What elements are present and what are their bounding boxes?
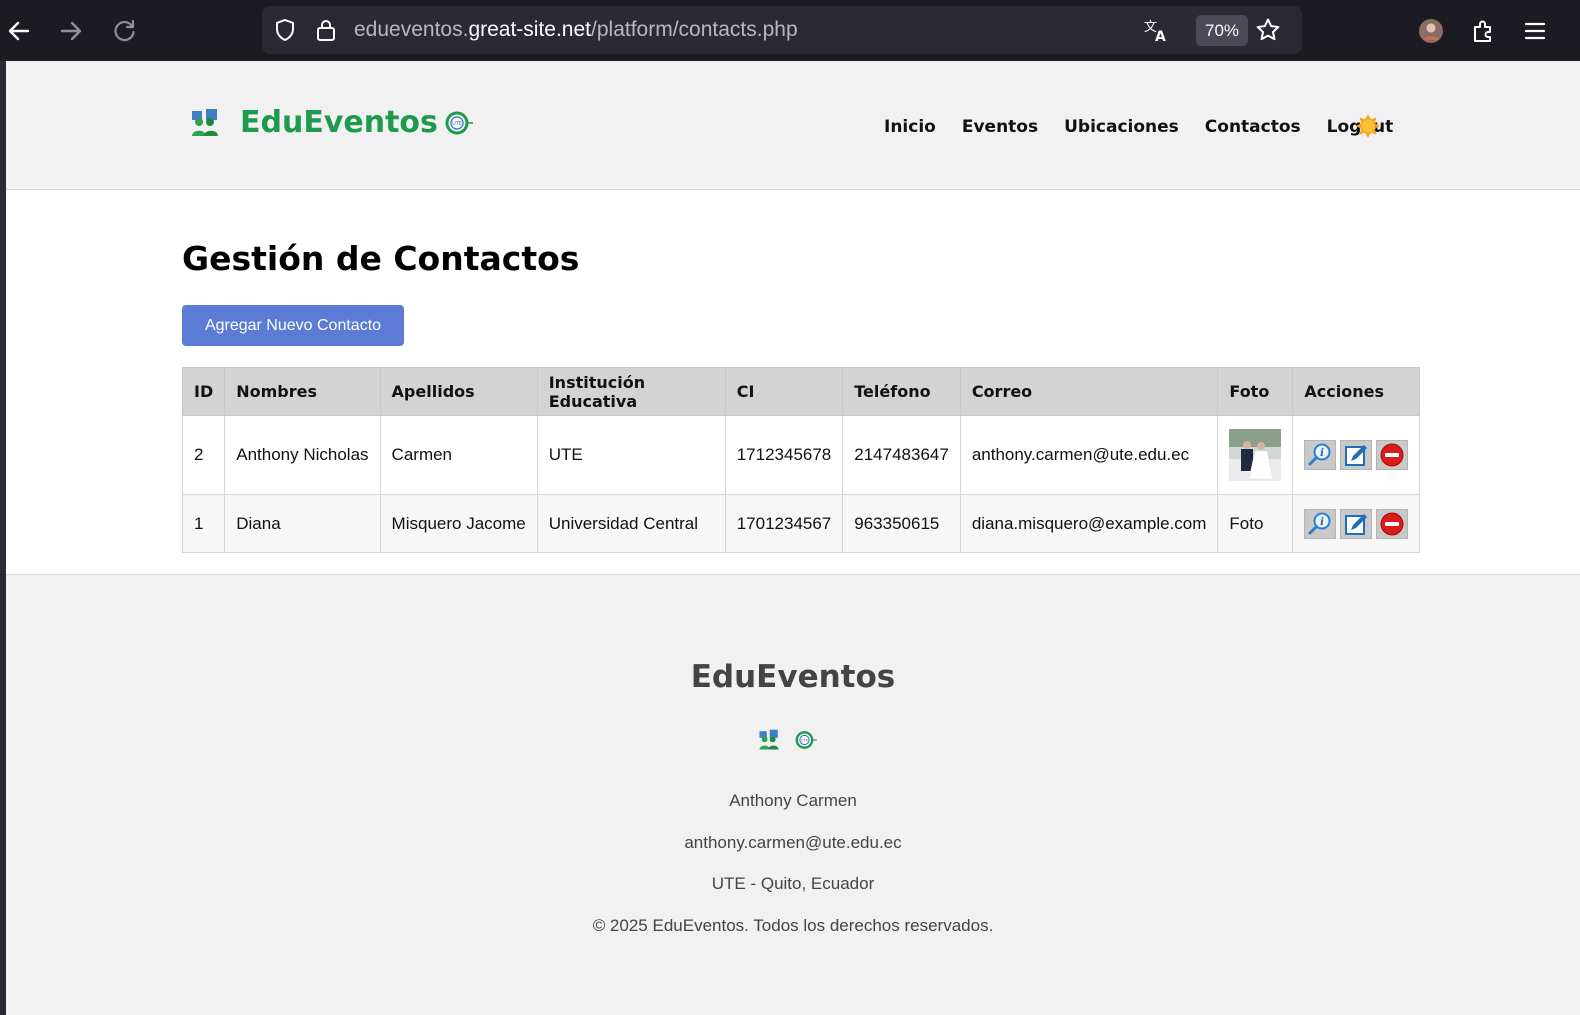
menu-icon[interactable] bbox=[1518, 14, 1552, 48]
cell-acciones: i bbox=[1292, 415, 1421, 495]
site-header: EduEventos UTE Inicio Eventos Ubicacione… bbox=[6, 61, 1580, 190]
delete-icon bbox=[1380, 512, 1404, 535]
cell-correo: anthony.carmen@ute.edu.ec bbox=[959, 415, 1219, 495]
view-details-icon: i bbox=[1308, 443, 1331, 466]
browser-toolbar: edueventos.great-site.net/platform/conta… bbox=[0, 0, 1580, 61]
edit-button[interactable] bbox=[1340, 508, 1373, 539]
delete-button[interactable] bbox=[1376, 440, 1409, 470]
back-button[interactable] bbox=[2, 14, 36, 48]
translate-icon[interactable]: 文A bbox=[1142, 16, 1170, 44]
footer-name: Anthony Carmen bbox=[729, 791, 857, 810]
cell-foto: Foto bbox=[1217, 494, 1294, 553]
zoom-level-badge[interactable]: 70% bbox=[1196, 15, 1248, 46]
nav-contactos[interactable]: Contactos bbox=[1205, 117, 1301, 137]
ute-logo-icon: UTE bbox=[795, 731, 817, 749]
brand-title: EduEventos bbox=[240, 105, 438, 140]
nav-eventos[interactable]: Eventos bbox=[962, 117, 1038, 137]
sun-icon[interactable] bbox=[1356, 114, 1380, 138]
col-foto: Foto bbox=[1217, 367, 1294, 416]
svg-text:A: A bbox=[1155, 29, 1166, 43]
main-nav: Inicio Eventos Ubicaciones Contactos Log… bbox=[884, 117, 1419, 137]
forward-button[interactable] bbox=[54, 14, 88, 48]
svg-text:UTE: UTE bbox=[801, 738, 809, 743]
cell-apellidos: Misquero Jacome bbox=[379, 494, 538, 553]
cell-nombres: Anthony Nicholas bbox=[224, 415, 381, 495]
add-contact-button[interactable]: Agregar Nuevo Contacto bbox=[182, 305, 404, 346]
nav-inicio[interactable]: Inicio bbox=[884, 117, 936, 137]
cell-ci: 1712345678 bbox=[724, 415, 844, 495]
footer-location: UTE - Quito, Ecuador bbox=[711, 874, 875, 893]
cell-correo: diana.misquero@example.com bbox=[959, 494, 1219, 553]
cell-id: 1 bbox=[181, 494, 226, 553]
view-details-button[interactable]: i bbox=[1304, 440, 1337, 470]
logo-people-icon bbox=[192, 108, 218, 136]
col-institucion: Institución Educativa bbox=[536, 367, 726, 416]
nav-ubicaciones[interactable]: Ubicaciones bbox=[1064, 117, 1179, 137]
footer-logos: UTE bbox=[758, 729, 818, 751]
site-footer: EduEventos UTE Anthony Carmen anthony.ca… bbox=[6, 574, 1580, 1015]
cell-id: 2 bbox=[181, 415, 226, 495]
footer-title: EduEventos bbox=[690, 659, 896, 695]
view-details-icon: i bbox=[1308, 512, 1331, 534]
edit-button[interactable] bbox=[1340, 440, 1373, 470]
address-bar[interactable]: edueventos.great-site.net/platform/conta… bbox=[262, 6, 1302, 54]
cell-foto bbox=[1217, 415, 1294, 495]
svg-text:i: i bbox=[1321, 517, 1325, 528]
col-correo: Correo bbox=[959, 367, 1219, 416]
back-arrow-icon bbox=[8, 21, 30, 41]
col-acciones: Acciones bbox=[1292, 367, 1421, 416]
footer-email: anthony.carmen@ute.edu.ec bbox=[684, 833, 902, 852]
col-id: ID bbox=[181, 367, 226, 416]
table-row: 2 Anthony Nicholas Carmen UTE 1712345678… bbox=[181, 415, 1421, 495]
cell-acciones: i bbox=[1292, 494, 1421, 553]
contacts-table: ID Nombres Apellidos Institución Educati… bbox=[181, 367, 1421, 553]
cell-ci: 1701234567 bbox=[724, 494, 844, 553]
col-ci: CI bbox=[724, 367, 844, 416]
table-row: 1 Diana Misquero Jacome Universidad Cent… bbox=[181, 494, 1421, 553]
view-details-button[interactable]: i bbox=[1304, 508, 1337, 539]
cell-apellidos: Carmen bbox=[379, 415, 538, 495]
col-apellidos: Apellidos bbox=[379, 367, 538, 416]
cell-nombres: Diana bbox=[224, 494, 381, 553]
reload-button[interactable] bbox=[108, 14, 142, 48]
cell-institucion: Universidad Central bbox=[536, 494, 726, 553]
svg-text:i: i bbox=[1321, 448, 1325, 459]
web-page: EduEventos UTE Inicio Eventos Ubicacione… bbox=[6, 61, 1580, 1015]
profile-avatar-icon[interactable] bbox=[1414, 14, 1448, 48]
ute-logo-icon: UTE bbox=[445, 111, 473, 134]
page-title: Gestión de Contactos bbox=[182, 239, 580, 278]
cell-telefono: 2147483647 bbox=[842, 415, 961, 495]
lock-icon[interactable] bbox=[312, 16, 340, 44]
extensions-icon[interactable] bbox=[1466, 14, 1500, 48]
edit-icon bbox=[1345, 445, 1368, 466]
forward-arrow-icon bbox=[60, 21, 82, 41]
shield-icon[interactable] bbox=[271, 16, 299, 44]
reload-icon bbox=[114, 19, 135, 42]
contact-photo bbox=[1229, 429, 1282, 481]
star-icon[interactable] bbox=[1254, 16, 1282, 44]
footer-copyright: © 2025 EduEventos. Todos los derechos re… bbox=[592, 916, 994, 935]
edit-icon bbox=[1345, 513, 1368, 535]
delete-icon bbox=[1380, 443, 1404, 467]
svg-text:UTE: UTE bbox=[452, 121, 462, 127]
logo-people-icon bbox=[759, 729, 779, 750]
table-header-row: ID Nombres Apellidos Institución Educati… bbox=[181, 367, 1421, 416]
cell-telefono: 963350615 bbox=[842, 494, 961, 553]
col-nombres: Nombres bbox=[224, 367, 381, 416]
cell-institucion: UTE bbox=[536, 415, 726, 495]
delete-button[interactable] bbox=[1376, 508, 1409, 539]
col-telefono: Teléfono bbox=[842, 367, 961, 416]
url-text[interactable]: edueventos.great-site.net/platform/conta… bbox=[354, 18, 798, 42]
brand-logo[interactable]: EduEventos UTE bbox=[190, 105, 474, 140]
